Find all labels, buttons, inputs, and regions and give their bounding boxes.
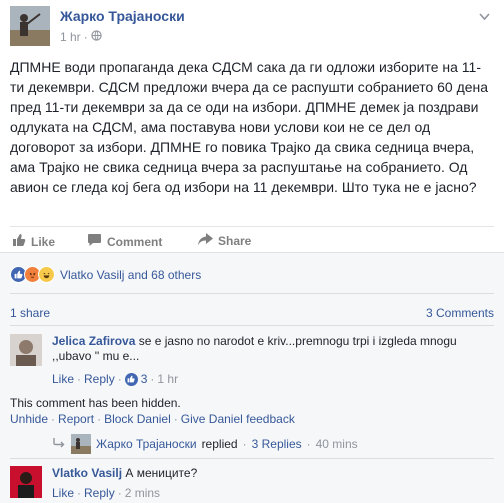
block-link[interactable]: Block Daniel [104,412,171,426]
author-name[interactable]: Жарко Трајаноски [60,8,185,24]
post-header: Жарко Трајаноски 1 hr · [10,6,490,46]
reply-arrow-icon [52,437,66,452]
unhide-link[interactable]: Unhide [10,412,48,426]
author-avatar[interactable] [10,6,50,46]
dot-separator: · [77,486,82,500]
comment-time[interactable]: 1 hr [157,372,178,386]
share-label: Share [218,234,252,248]
share-arrow-icon [198,233,213,249]
replied-verb: replied [201,437,238,451]
dot-separator: · [117,372,122,386]
dot-separator: · [77,372,82,386]
share-count[interactable]: 1 share [10,306,50,320]
globe-icon [91,30,102,44]
divider [10,458,494,459]
comment-label: Comment [107,234,163,249]
comment-item: Jelica Zafirova se e jasno no narodot e … [10,334,494,390]
commenter-name[interactable]: Jelica Zafirova [52,334,135,348]
post-text: ДПМНЕ води пропаганда дека СДСМ сака да … [10,59,489,195]
replies-count[interactable]: 3 Replies [252,437,302,451]
thumbs-up-icon [12,233,26,250]
comment-count[interactable]: 3 Comments [426,306,494,320]
dot-separator: · [117,486,122,500]
hidden-comment-notice: This comment has been hidden. [10,396,181,410]
comment-actions: Like · Reply · 2 mins [52,486,160,500]
divider [10,325,494,326]
comment-reply-link[interactable]: Reply [84,486,115,500]
replier-name[interactable]: Жарко Трајаноски [96,437,197,451]
dot-separator: · [97,412,102,426]
replies-summary[interactable]: Жарко Трајаноски replied · 3 Replies · 4… [52,434,358,454]
comment-like-count[interactable]: 3 [141,372,148,386]
like-label: Like [31,234,56,249]
comment-button[interactable]: Comment [87,233,162,250]
comment-like-link[interactable]: Like [52,486,74,500]
share-button[interactable]: Share [198,233,251,249]
comment-like-link[interactable]: Like [52,372,74,386]
dot-separator: · [51,412,56,426]
comment-item: Vlatko Vasilj А мениците? Like · Reply ·… [10,466,494,503]
speech-bubble-icon [87,233,102,250]
divider [10,293,494,294]
comment-reply-link[interactable]: Reply [84,372,115,386]
reactions-text: Vlatko Vasilj and 68 others [60,267,202,282]
post-options-chevron-down-icon[interactable] [479,10,490,24]
comment-body: Vlatko Vasilj А мениците? [52,466,492,481]
commenter-avatar[interactable] [10,334,42,366]
dot-separator: · [150,372,155,386]
post-meta: 1 hr · [60,30,102,44]
dot-separator: · [242,437,247,451]
replier-avatar[interactable] [71,434,91,454]
facebook-post: Жарко Трајаноски 1 hr · ДПМНЕ води пропа… [0,0,504,503]
post-action-bar: Like Comment Share [10,226,494,252]
commenter-avatar[interactable] [10,466,42,498]
comment-time[interactable]: 2 mins [125,486,160,500]
post-time[interactable]: 1 hr [60,30,81,44]
comment-body: Jelica Zafirova se e jasno no narodot e … [52,334,492,364]
hidden-comment-actions: Unhide · Report · Block Daniel · Give Da… [10,412,295,426]
reactions-summary[interactable]: Vlatko Vasilj and 68 others [10,266,201,283]
haha-reaction-icon [38,266,55,283]
replies-time: 40 mins [315,437,358,451]
comment-actions: Like · Reply · 3 · 1 hr [52,372,178,386]
dot-separator: · [173,412,178,426]
feedback-link[interactable]: Give Daniel feedback [181,412,295,426]
feedback-section: Vlatko Vasilj and 68 others 1 share 3 Co… [0,252,504,503]
dot-separator: · [306,437,311,451]
meta-separator: · [83,30,88,44]
like-count-icon [124,372,138,386]
comment-text: А мениците? [125,466,198,480]
commenter-name[interactable]: Vlatko Vasilj [52,466,122,480]
report-link[interactable]: Report [58,412,94,426]
like-button[interactable]: Like [12,233,55,250]
